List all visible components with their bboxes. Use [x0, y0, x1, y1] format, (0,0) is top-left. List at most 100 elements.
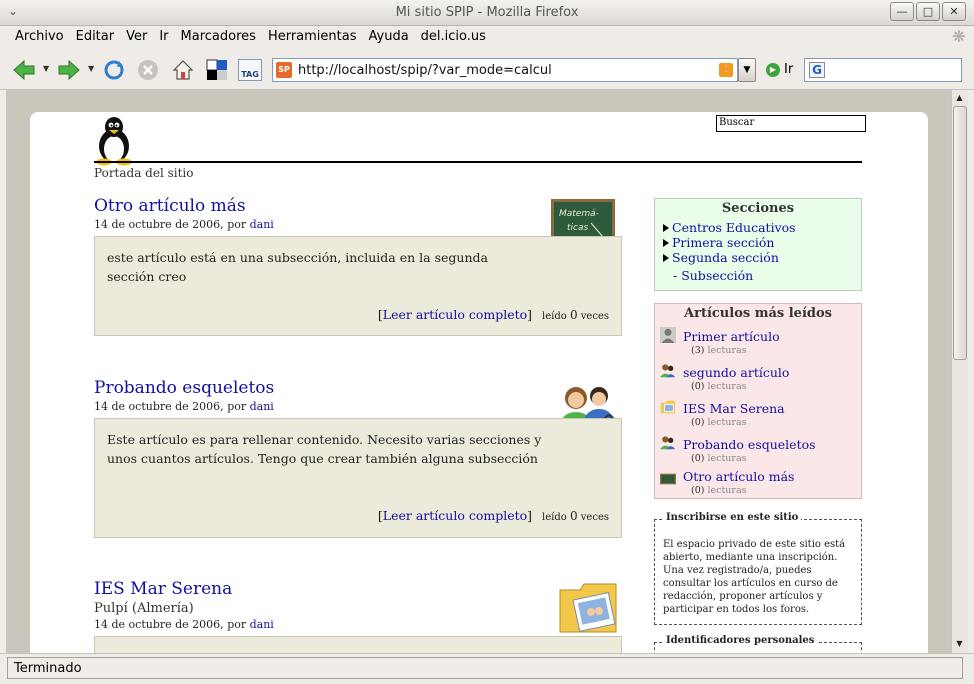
section-link[interactable]: Primera sección [655, 235, 861, 250]
article-title-2[interactable]: Probando esqueletos [94, 378, 274, 398]
google-engine-icon[interactable]: G [809, 62, 825, 78]
status-text: Terminado [7, 657, 963, 679]
read-count-pre: leído [542, 311, 567, 322]
users-icon [660, 364, 676, 378]
most-read-item[interactable]: Primer artículo (3) lecturas [655, 325, 861, 361]
forward-dropdown-icon[interactable]: ▼ [88, 64, 94, 73]
go-button[interactable]: ▶ Ir [766, 62, 793, 77]
article-summary-2: Este artículo es para rellenar contenido… [94, 418, 622, 538]
article-text-1: este artículo está en una subsección, in… [107, 250, 488, 284]
svg-text:ticas: ticas [567, 223, 588, 233]
read-count: leído 0 veces [542, 509, 609, 523]
most-read-item[interactable]: Probando esqueletos (0) lecturas [655, 433, 861, 469]
blackboard-icon [660, 473, 676, 485]
spip-page: Buscar Portada del sitio Otro artículo m… [30, 112, 928, 653]
menubar: Archivo Editar Ver Ir Marcadores Herrami… [0, 26, 974, 48]
reload-button[interactable] [101, 57, 127, 83]
menu-archivo[interactable]: Archivo [9, 26, 70, 48]
content-viewport: Buscar Portada del sitio Otro artículo m… [6, 90, 951, 653]
vertical-scrollbar[interactable]: ▲ ▼ [951, 90, 968, 653]
article-footer-2: [Leer artículo completo] leído 0 veces [377, 508, 609, 523]
menu-ir[interactable]: Ir [153, 26, 174, 48]
article-text-2: Este artículo es para rellenar contenido… [107, 432, 542, 466]
web-search-input[interactable]: G [804, 58, 962, 82]
menu-herramientas[interactable]: Herramientas [262, 26, 363, 48]
forward-arrow-icon [58, 59, 80, 81]
svg-text:Matemá-: Matemá- [559, 209, 599, 219]
subsection-link[interactable]: - Subsección [655, 268, 861, 283]
tux-logo-icon[interactable] [92, 116, 136, 166]
read-count-post: veces [580, 311, 609, 322]
sections-box: Secciones Centros Educativos Primera sec… [654, 198, 862, 291]
signup-text: El espacio privado de este sitio está ab… [663, 539, 846, 615]
rss-feed-icon[interactable]: ⁚ [719, 63, 733, 77]
section-link[interactable]: Centros Educativos [655, 220, 861, 235]
home-button[interactable] [170, 57, 196, 83]
most-read-item[interactable]: IES Mar Serena (0) lecturas [655, 397, 861, 433]
forward-button[interactable] [56, 57, 82, 83]
article-subtitle-3: Pulpí (Almería) [94, 601, 194, 616]
scrollbar-thumb[interactable] [953, 106, 967, 360]
read-count: leído 0 veces [542, 308, 609, 322]
minimize-button[interactable]: — [890, 2, 914, 21]
back-arrow-icon [13, 59, 35, 81]
back-dropdown-icon[interactable]: ▼ [43, 64, 49, 73]
read-more-link[interactable]: Leer artículo completo [383, 508, 527, 523]
menu-marcadores[interactable]: Marcadores [175, 26, 262, 48]
menu-editar[interactable]: Editar [70, 26, 121, 48]
window-titlebar: ⌄ Mi sitio SPIP - Mozilla Firefox — □ ✕ [0, 0, 974, 26]
most-read-item[interactable]: segundo artículo (0) lecturas [655, 361, 861, 397]
article-author-link[interactable]: dani [250, 218, 274, 231]
maximize-button[interactable]: □ [916, 2, 940, 21]
person-icon [660, 327, 676, 343]
tag-label: TAG [241, 70, 259, 79]
article-by-text: por [227, 218, 247, 231]
window-title: Mi sitio SPIP - Mozilla Firefox [395, 5, 579, 20]
stop-icon [138, 60, 158, 80]
article-by-text: por [227, 400, 247, 413]
stop-button[interactable] [135, 57, 161, 83]
read-count-post: veces [580, 512, 609, 523]
folder-icon [660, 400, 676, 414]
section-link[interactable]: Segunda sección [655, 250, 861, 265]
throbber-icon: ❋ [952, 27, 966, 46]
article-footer-1: [Leer artículo completo] leído 0 veces [377, 307, 609, 322]
read-count-pre: leído [542, 512, 567, 523]
most-read-box: Artículos más leídos Primer artículo (3)… [654, 303, 862, 499]
most-read-item[interactable]: Otro artículo más (0) lecturas [655, 469, 861, 499]
site-search-input[interactable]: Buscar [716, 115, 866, 132]
article-summary-1: este artículo está en una subsección, in… [94, 236, 622, 336]
article-title-3[interactable]: IES Mar Serena [94, 579, 232, 599]
menu-delicious[interactable]: del.icio.us [415, 26, 492, 48]
go-arrow-icon: ▶ [766, 62, 780, 77]
tag-button[interactable]: TAG [238, 59, 262, 81]
delicious-button[interactable] [204, 57, 230, 83]
menu-ver[interactable]: Ver [120, 26, 153, 48]
site-favicon-icon: SP [276, 62, 292, 78]
article-author-link[interactable]: dani [250, 400, 274, 413]
menu-ayuda[interactable]: Ayuda [363, 26, 415, 48]
breadcrumb[interactable]: Portada del sitio [94, 166, 194, 180]
back-button[interactable] [11, 57, 37, 83]
signup-box: Inscribirse en este sitio El espacio pri… [654, 512, 862, 625]
close-button[interactable]: ✕ [942, 2, 966, 21]
article-date-text: 14 de octubre de 2006, [94, 618, 224, 631]
scroll-down-arrow-icon[interactable]: ▼ [952, 636, 967, 651]
url-text[interactable]: http://localhost/spip/?var_mode=calcul [298, 63, 719, 78]
reload-icon [104, 60, 124, 80]
read-count-number: 0 [569, 308, 578, 322]
article-title-1[interactable]: Otro artículo más [94, 196, 246, 216]
article-author-link[interactable]: dani [250, 618, 274, 631]
read-more-link[interactable]: Leer artículo completo [383, 307, 527, 322]
delicious-icon [206, 59, 227, 80]
url-history-dropdown[interactable]: ▼ [738, 58, 756, 82]
folder-photos-icon[interactable] [558, 576, 620, 638]
status-bar: Terminado [0, 653, 974, 684]
go-label: Ir [784, 62, 794, 77]
signup-title[interactable]: Inscribirse en este sitio [663, 512, 802, 523]
article-date-text: 14 de octubre de 2006, [94, 218, 224, 231]
url-bar[interactable]: SP http://localhost/spip/?var_mode=calcu… [272, 58, 738, 82]
article-date-text: 14 de octubre de 2006, [94, 400, 224, 413]
home-icon [172, 60, 194, 80]
scroll-up-arrow-icon[interactable]: ▲ [952, 90, 967, 105]
